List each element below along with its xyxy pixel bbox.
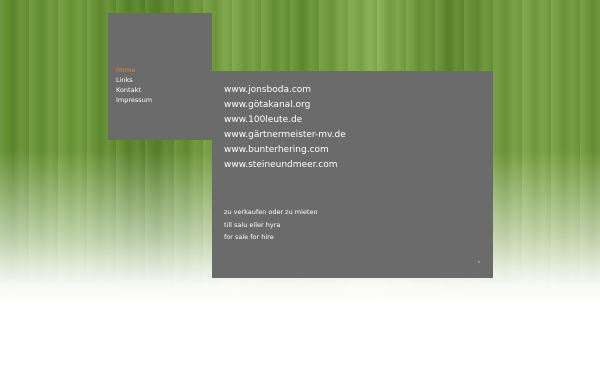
link-100leute[interactable]: www.100leute.de [224, 113, 346, 128]
corner-mark: ° [477, 261, 481, 267]
nav-item-impressum[interactable]: Impressum [116, 95, 152, 105]
link-jonsboda[interactable]: www.jonsboda.com [224, 83, 346, 98]
tagline-english: for sale for hire [224, 233, 274, 241]
content-panel: www.jonsboda.com www.götakanal.org www.1… [212, 71, 493, 278]
nav-menu: Home Links Kontakt Impressum [116, 65, 152, 105]
nav-item-home[interactable]: Home [116, 65, 152, 75]
tagline-swedish: till salu eller hyra [224, 220, 281, 229]
link-list: www.jonsboda.com www.götakanal.org www.1… [224, 83, 346, 173]
link-steineundmeer[interactable]: www.steineundmeer.com [224, 158, 346, 173]
link-gotakanal[interactable]: www.götakanal.org [224, 98, 346, 113]
nav-item-links[interactable]: Links [116, 75, 152, 85]
tagline-german: zu verkaufen oder zu mieten [224, 208, 318, 216]
sale-taglines: zu verkaufen oder zu mieten till salu el… [224, 206, 318, 244]
nav-item-kontakt[interactable]: Kontakt [116, 85, 152, 95]
link-bunterhering[interactable]: www.bunterhering.com [224, 143, 346, 158]
link-gartnermeister[interactable]: www.gärtnermeister-mv.de [224, 128, 346, 143]
nav-menu-panel: Home Links Kontakt Impressum [108, 13, 212, 140]
